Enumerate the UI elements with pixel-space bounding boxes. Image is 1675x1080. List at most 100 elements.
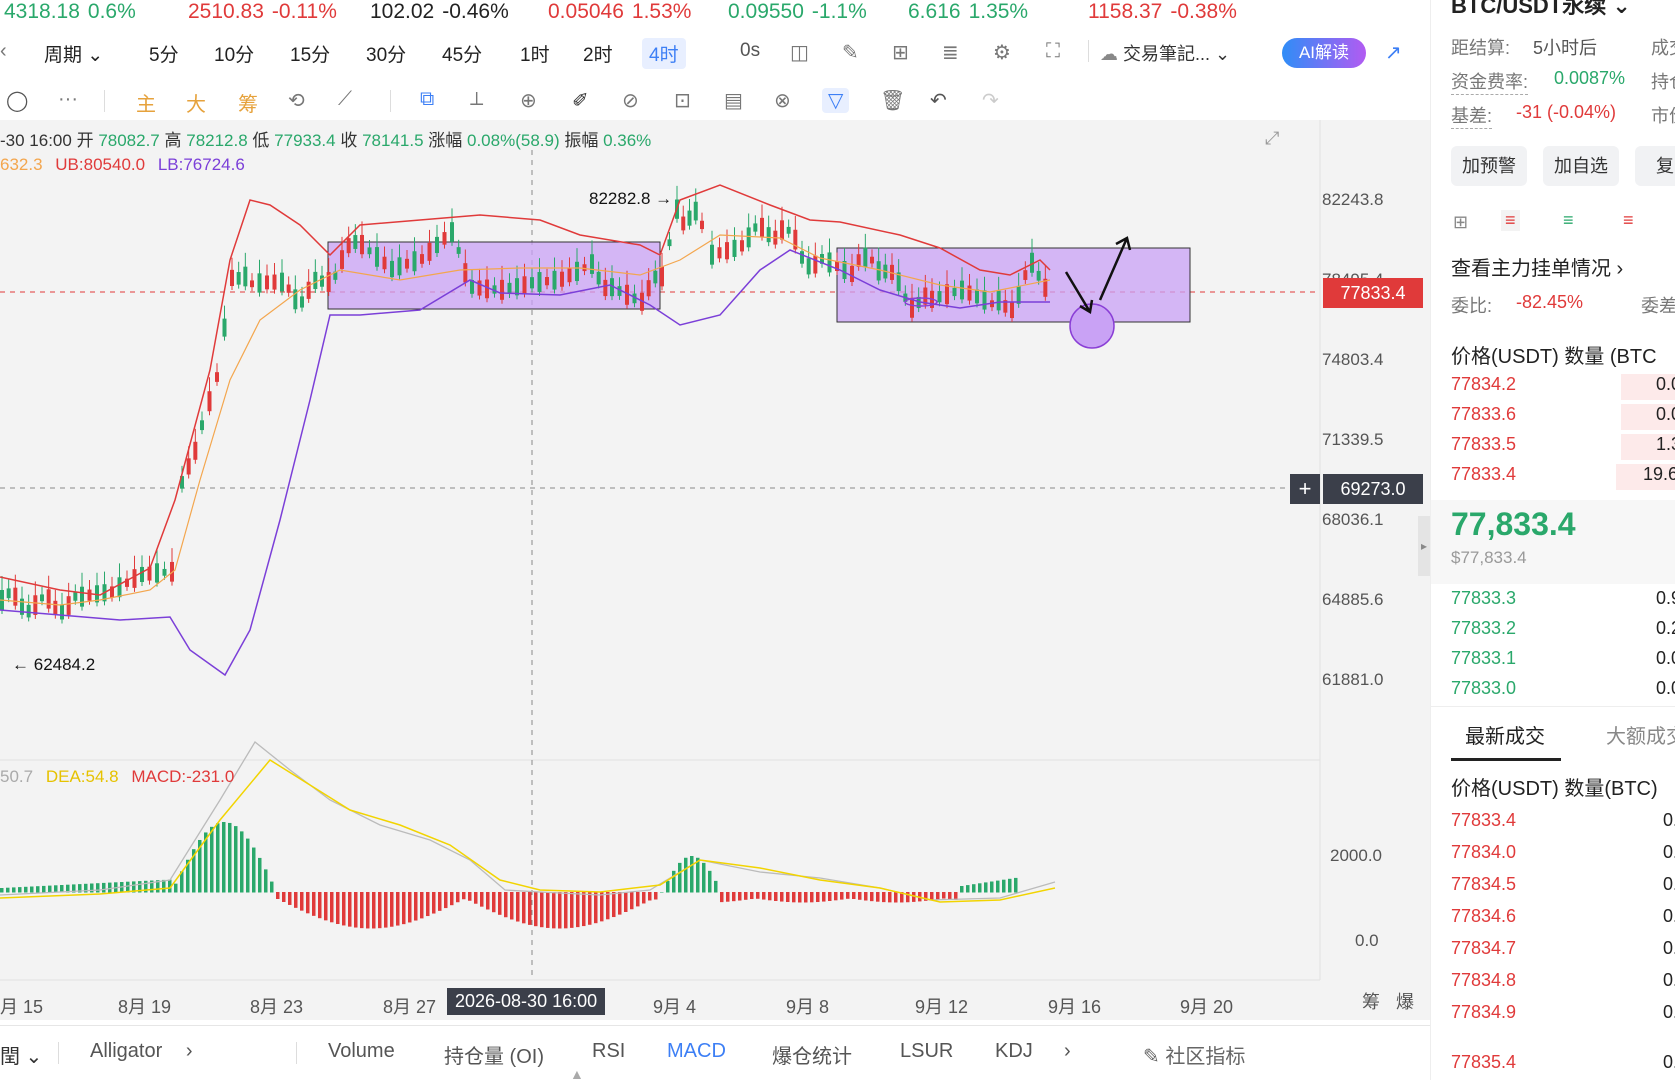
brush-icon[interactable]: ✐ — [572, 88, 589, 113]
macd-bar — [276, 892, 280, 899]
ticker-item[interactable]: 4318.18 0.6% — [4, 0, 136, 24]
ellipse-tool-icon[interactable]: ◯ — [6, 88, 28, 113]
timeframe-4h[interactable]: 4时 — [642, 38, 686, 69]
filter-icon[interactable]: ▽ — [822, 88, 850, 113]
orderbook-bids-icon[interactable]: ≡ — [1563, 210, 1574, 231]
indicator-oi[interactable]: 持仓量 (OI) — [444, 1040, 544, 1069]
xaxis-label: 8月 23 — [250, 997, 304, 1017]
undo-icon[interactable]: ↶ — [930, 88, 947, 113]
tab-latest-trades[interactable]: 最新成交 — [1465, 720, 1545, 749]
candle — [603, 279, 608, 297]
camera-icon[interactable]: ◫ — [790, 40, 809, 65]
macd-bar — [324, 892, 328, 921]
add-watchlist-button[interactable]: 加自选 — [1543, 146, 1619, 186]
add-alert-button[interactable]: 加预警 — [1451, 146, 1527, 186]
candle — [280, 272, 284, 292]
candle — [746, 227, 751, 248]
symbol-title[interactable]: BTC/USDT永续 ⌄ — [1451, 0, 1631, 20]
add-window-icon[interactable]: ⊞ — [892, 40, 909, 65]
fullscreen-icon[interactable]: ⛶ — [1046, 40, 1060, 63]
macd-bar — [660, 892, 664, 893]
ask-row[interactable]: 77834.20.0 — [1451, 372, 1675, 402]
macd-bar — [552, 892, 556, 929]
macd-bar — [360, 892, 364, 929]
timeframe-15m[interactable]: 15分 — [290, 40, 330, 67]
timeframe-2h[interactable]: 2时 — [583, 40, 613, 67]
bid-row[interactable]: 77833.20.2 — [1451, 616, 1675, 646]
ask-row[interactable]: 77833.51.3 — [1451, 432, 1675, 462]
timeframe-30m[interactable]: 30分 — [366, 40, 406, 67]
timeframe-5m[interactable]: 5分 — [149, 40, 179, 67]
add-window-icon[interactable]: ⊞ — [1453, 212, 1468, 233]
ai-analysis-button[interactable]: AI解读 — [1282, 38, 1366, 68]
candle — [813, 255, 818, 274]
tab-underline — [1451, 758, 1561, 761]
orderbook-both-icon[interactable]: ≡ — [1501, 210, 1520, 231]
ask-row[interactable]: 77833.60.0 — [1451, 402, 1675, 432]
add-order-button[interactable]: + — [1290, 474, 1320, 504]
timeframe-10m[interactable]: 10分 — [214, 40, 254, 67]
ticker-item[interactable]: 0.09550 -1.1% — [728, 0, 867, 24]
bid-row[interactable]: 77833.30.9 — [1451, 586, 1675, 616]
share-icon[interactable]: ↗ — [1385, 40, 1402, 65]
ruler-icon[interactable]: ⟂ — [470, 88, 483, 111]
unlock-icon[interactable]: ⊡ — [674, 88, 691, 113]
trade-notes-button[interactable]: ☁ 交易筆記... ⌄ — [1100, 40, 1230, 66]
macd-bar — [690, 856, 694, 893]
indicator-alligator[interactable]: Alligator › — [90, 1040, 193, 1063]
bid-row[interactable]: 77833.00.0 — [1451, 676, 1675, 706]
tab-big-trades[interactable]: 大额成交 — [1606, 720, 1675, 749]
kline-chart[interactable] — [0, 120, 1430, 1020]
bid-row[interactable]: 77833.10.0 — [1451, 646, 1675, 676]
period-dropdown[interactable]: 周期 ⌄ — [44, 40, 103, 67]
ticker-item[interactable]: 1158.37 -0.38% — [1088, 0, 1237, 24]
ticker-item[interactable]: 102.02 -0.46% — [370, 0, 509, 24]
basis-label[interactable]: 基差: — [1451, 102, 1493, 129]
orderbook-asks-icon[interactable]: ≡ — [1623, 210, 1634, 231]
chart-canvas[interactable] — [0, 120, 1430, 1020]
liquidation-toggle[interactable]: 爆 — [1396, 988, 1414, 1014]
main-force-button[interactable]: 主 — [136, 88, 156, 117]
redo-icon[interactable]: ↷ — [982, 88, 999, 113]
zoom-icon[interactable]: ⊕ — [520, 88, 537, 113]
indicator-group-dropdown[interactable]: 閏 ⌄ — [0, 1040, 42, 1069]
sync-icon[interactable]: ⟲ — [288, 88, 305, 113]
indicator-lsur[interactable]: LSUR — [900, 1040, 953, 1063]
settings-icon[interactable]: ⚙ — [993, 40, 1011, 65]
ticker-item[interactable]: 6.616 1.35% — [908, 0, 1028, 24]
drag-handle-icon[interactable]: ▲ — [570, 1066, 584, 1080]
list-icon[interactable]: ≣ — [942, 40, 959, 65]
indicator-liquidation[interactable]: 爆仓统计 — [772, 1040, 852, 1069]
more-tools-icon[interactable]: ··· — [58, 88, 78, 111]
chevron-right-icon[interactable]: › — [1064, 1040, 1071, 1063]
expand-icon[interactable]: ⤢ — [1265, 128, 1279, 149]
big-order-button[interactable]: 大 — [186, 88, 206, 117]
indicator-macd[interactable]: MACD — [667, 1040, 726, 1063]
main-orders-link[interactable]: 查看主力挂单情况 › — [1451, 252, 1623, 281]
macd-bar — [162, 879, 166, 893]
trash-icon[interactable]: 🗑 — [880, 88, 905, 113]
timeframe-1h[interactable]: 1时 — [520, 40, 550, 67]
community-indicators-button[interactable]: ✎ 社区指标 — [1143, 1040, 1245, 1069]
indicator-rsi[interactable]: RSI — [592, 1040, 625, 1063]
panel-collapse-handle[interactable]: ▸ — [1418, 516, 1430, 576]
hide-icon[interactable]: ⊘ — [622, 88, 639, 113]
indicator-volume[interactable]: Volume — [328, 1040, 395, 1063]
candle — [1016, 285, 1021, 304]
funding-label[interactable]: 资金费率: — [1451, 68, 1529, 95]
trade-row: 77835.40.0 — [1451, 1052, 1675, 1072]
line-tool-icon[interactable]: ⟋ — [338, 88, 352, 111]
bookmark-icon[interactable]: ⧉ — [420, 88, 434, 111]
ask-row[interactable]: 77833.4 19.6 — [1451, 462, 1675, 492]
ticker-item[interactable]: 2510.83 -0.11% — [188, 0, 337, 24]
chip-button[interactable]: 筹 — [238, 88, 258, 117]
more-button[interactable]: 复 — [1635, 146, 1675, 186]
template-icon[interactable]: ▤ — [724, 88, 743, 113]
timeframe-45m[interactable]: 45分 — [442, 40, 482, 67]
ticker-item[interactable]: 0.05046 1.53% — [548, 0, 691, 24]
chip-toggle[interactable]: 筹 — [1362, 988, 1380, 1014]
indicator-kdj[interactable]: KDJ — [995, 1040, 1033, 1063]
chevron-left-icon[interactable]: ‹ — [0, 40, 7, 63]
magnet-icon[interactable]: ⊗ — [774, 88, 791, 113]
pencil-icon[interactable]: ✎ — [842, 40, 859, 65]
